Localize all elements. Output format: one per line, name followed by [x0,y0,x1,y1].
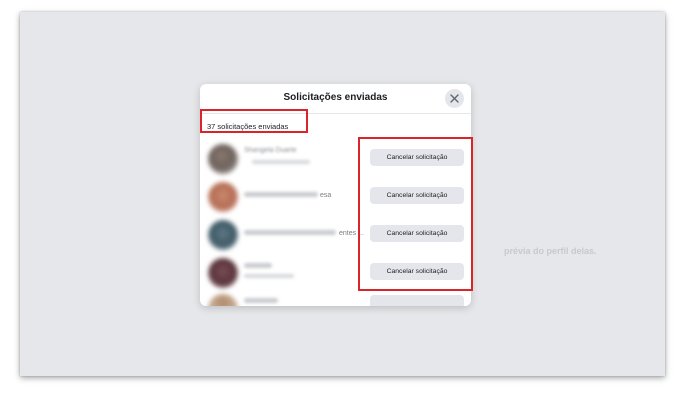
avatar[interactable] [208,220,238,250]
avatar[interactable] [208,258,238,288]
request-subtext [252,160,310,164]
request-name-redacted [244,263,272,268]
request-subtext-redacted [244,274,294,278]
close-button[interactable] [445,89,464,108]
background-partial-text: prévia do perfil delas. [504,246,597,256]
request-name-redacted [244,230,336,235]
avatar[interactable] [208,182,238,212]
request-name-redacted [244,192,318,197]
buttons-highlight-box [358,137,473,291]
close-icon [450,94,459,103]
dialog-title: Solicitações enviadas [283,92,388,103]
avatar[interactable] [208,144,238,174]
cancel-request-button-partial[interactable] [370,295,464,306]
request-name-suffix: esa [320,192,332,199]
count-highlight-box [200,109,308,133]
request-name[interactable]: Shangela Duarte [244,147,297,154]
avatar[interactable] [208,294,238,306]
request-name-redacted [244,298,278,303]
